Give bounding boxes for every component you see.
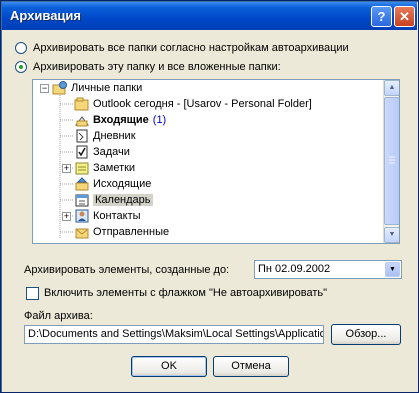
tree-item-personal-folders[interactable]: Личные папки [52,80,142,96]
tree-expand-toggle-contacts[interactable]: + [62,212,71,221]
radio-archive-all[interactable]: Архивировать все папки согласно настройк… [15,40,349,56]
ok-button[interactable]: OK [131,356,207,377]
tree-item-contacts[interactable]: Контакты [74,208,141,224]
archive-file-label: Файл архива: [24,310,93,322]
tree-item-tasks[interactable]: Задачи [74,144,130,160]
tree-item-outbox[interactable]: Исходящие [74,176,151,192]
scroll-down-arrow-icon[interactable]: ▼ [384,227,399,243]
scrollbar-thumb[interactable] [384,97,399,225]
browse-button[interactable]: Обзор... [331,324,401,345]
close-button[interactable]: ✕ [394,6,415,27]
radio-archive-this[interactable]: Архивировать эту папку и все вложенные п… [15,59,281,75]
include-flagged-label: Включить элементы с флажком "Не автоархи… [44,287,328,299]
notes-icon [74,161,90,175]
tree-item-calendar[interactable]: Календарь [74,192,153,208]
title-bar[interactable]: Архивация ? ✕ [2,2,417,30]
radio-archive-this-label: Архивировать эту папку и все вложенные п… [33,61,281,73]
archive-dialog: Архивация ? ✕ Архивировать все папки сог… [0,0,419,393]
dropdown-arrow-icon[interactable]: ▼ [385,262,400,277]
archive-before-date-dropdown[interactable]: Пн 02.09.2002 ▼ [254,260,402,279]
tree-item-notes[interactable]: Заметки [74,160,135,176]
radio-archive-all-label: Архивировать все папки согласно настройк… [33,42,349,54]
cancel-button[interactable]: Отмена [213,356,289,377]
dialog-title: Архивация [10,8,81,23]
archive-file-path: D:\Documents and Settings\Maksim\Local S… [28,328,324,340]
scroll-up-arrow-icon[interactable]: ▲ [384,80,399,96]
scrollbar-grip-icon [389,156,395,164]
journal-icon [74,129,90,143]
tree-item-label: Личные папки [71,82,143,94]
tasks-icon [74,145,90,159]
tree-item-label: Отправленные [93,226,170,238]
tree-item-label: Исходящие [93,178,152,190]
personal-folders-icon [52,81,68,95]
tree-item-outlook-today[interactable]: Outlook сегодня - [Usarov - Personal Fol… [74,96,312,112]
outlook-today-icon [74,97,90,111]
include-flagged-checkbox[interactable] [26,287,39,300]
sent-items-icon [74,225,90,239]
outbox-icon [74,177,90,191]
tree-item-label: Календарь [93,194,153,206]
radio-archive-all-circle[interactable] [15,42,27,54]
tree-item-journal[interactable]: Дневник [74,128,136,144]
folder-tree[interactable]: − Личные папки Outlook сегодня - [Usarov… [32,79,400,244]
archive-file-input[interactable]: D:\Documents and Settings\Maksim\Local S… [24,325,324,344]
tree-scrollbar[interactable]: ▲ ▼ [383,80,399,243]
tree-item-sent-items[interactable]: Отправленные [74,224,169,240]
contacts-icon [74,209,90,223]
radio-archive-this-circle[interactable] [15,61,27,73]
tree-item-label: Контакты [93,210,141,222]
unread-count: (1) [152,114,167,126]
tree-collapse-toggle[interactable]: − [40,84,49,93]
archive-before-label: Архивировать элементы, созданные до: [24,264,230,276]
tree-item-inbox[interactable]: Входящие (1) [74,112,166,128]
help-button[interactable]: ? [371,6,392,27]
tree-item-label: Заметки [93,162,136,174]
tree-item-label: Дневник [93,130,136,142]
tree-item-label: Outlook сегодня - [Usarov - Personal Fol… [93,98,312,110]
tree-item-label: Задачи [93,146,130,158]
tree-item-label: Входящие [93,114,149,126]
calendar-icon [74,193,90,207]
inbox-icon [74,113,90,127]
tree-expand-toggle-notes[interactable]: + [62,164,71,173]
archive-before-date-value: Пн 02.09.2002 [258,263,331,275]
